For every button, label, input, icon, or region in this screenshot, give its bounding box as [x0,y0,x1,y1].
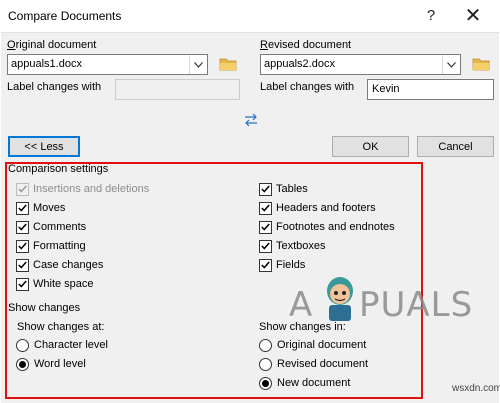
chevron-down-icon[interactable] [442,55,460,74]
checkbox-label: Fields [276,259,306,271]
title-bar: Compare Documents ? ✕ [0,0,500,32]
checkbox-label: Footnotes and endnotes [276,221,395,233]
revised-document-label: Revised document [260,39,352,51]
mascot-icon [327,277,353,321]
checkbox-box[interactable] [16,201,29,215]
checkbox-headers-and-footers[interactable]: Headers and footers [259,200,376,216]
radio-original-document[interactable]: Original document [259,337,366,353]
radio-circle[interactable] [16,338,29,352]
watermark-left-text: A [289,285,314,325]
original-document-combo[interactable]: appuals1.docx [7,54,208,75]
checkbox-comments[interactable]: Comments [16,219,86,235]
radio-new-document[interactable]: New document [259,375,350,391]
less-button[interactable]: << Less [8,136,80,157]
checkbox-tables[interactable]: Tables [259,181,308,197]
radio-circle[interactable] [259,357,272,371]
watermark-right-text: PUALS [359,285,474,325]
checkbox-box[interactable] [259,182,272,196]
checkbox-label: Headers and footers [276,202,376,214]
revised-label-value: Kevin [372,83,400,95]
checkbox-label: Textboxes [276,240,326,252]
checkbox-box[interactable] [259,220,272,234]
radio-label: Word level [34,358,86,370]
window-title: Compare Documents [8,9,122,23]
comparison-settings-heading: Comparison settings [8,163,109,175]
radio-circle[interactable] [259,338,272,352]
original-document-label-rest: riginal document [15,39,97,51]
checkbox-moves[interactable]: Moves [16,200,65,216]
radio-dot [262,379,269,387]
revised-label-changes-label: Label changes with [260,81,355,93]
compare-dialog: Original document appuals1.docx Label ch… [1,32,499,403]
checkbox-label: Case changes [33,259,104,271]
checkbox-box[interactable] [16,277,29,291]
checkbox-label: Formatting [33,240,86,252]
revised-label-field[interactable]: Kevin [367,79,494,100]
ok-button[interactable]: OK [332,136,409,157]
show-changes-at-label: Show changes at: [17,321,105,333]
checkbox-box[interactable] [259,239,272,253]
revised-document-value: appuals2.docx [264,58,335,70]
revised-document-combo[interactable]: appuals2.docx [260,54,461,75]
checkbox-box[interactable] [16,220,29,234]
radio-word-level[interactable]: Word level [16,356,86,372]
checkbox-box[interactable] [16,239,29,253]
original-label-field[interactable] [115,79,240,100]
folder-icon[interactable] [219,57,237,71]
help-button[interactable]: ? [418,4,444,28]
checkbox-label: Moves [33,202,66,214]
folder-icon[interactable] [472,57,490,71]
checkbox-insertions-and-deletions: Insertions and deletions [16,181,149,197]
checkbox-box[interactable] [259,201,272,215]
checkbox-label: Tables [276,183,308,195]
radio-label: Revised document [277,358,369,370]
checkbox-box[interactable] [16,258,29,272]
radio-label: Original document [277,339,367,351]
radio-dot [19,360,26,368]
close-button[interactable]: ✕ [460,4,486,28]
checkbox-box [16,182,29,196]
checkbox-box[interactable] [259,258,272,272]
chevron-down-icon[interactable] [189,55,207,74]
revised-document-label-rest: evised document [267,39,352,51]
checkbox-textboxes[interactable]: Textboxes [259,238,326,254]
show-changes-heading: Show changes [8,302,81,314]
original-document-value: appuals1.docx [11,58,82,70]
cancel-button[interactable]: Cancel [417,136,494,157]
checkbox-footnotes-and-endnotes[interactable]: Footnotes and endnotes [259,219,395,235]
original-document-label: Original document [7,39,97,51]
radio-circle[interactable] [259,376,272,390]
checkbox-label: Insertions and deletions [33,183,150,195]
checkbox-label: Comments [33,221,87,233]
swap-arrows-icon[interactable] [243,113,259,127]
checkbox-white-space[interactable]: White space [16,276,94,292]
original-label-changes-label: Label changes with [7,81,102,93]
radio-label: New document [277,377,351,389]
checkbox-formatting[interactable]: Formatting [16,238,86,254]
radio-character-level[interactable]: Character level [16,337,108,353]
checkbox-case-changes[interactable]: Case changes [16,257,103,273]
radio-revised-document[interactable]: Revised document [259,356,368,372]
source-watermark: wsxdn.com [452,383,500,394]
appuals-watermark: A PUALS [289,271,499,331]
radio-label: Character level [34,339,108,351]
checkbox-label: White space [33,278,94,290]
radio-circle[interactable] [16,357,29,371]
